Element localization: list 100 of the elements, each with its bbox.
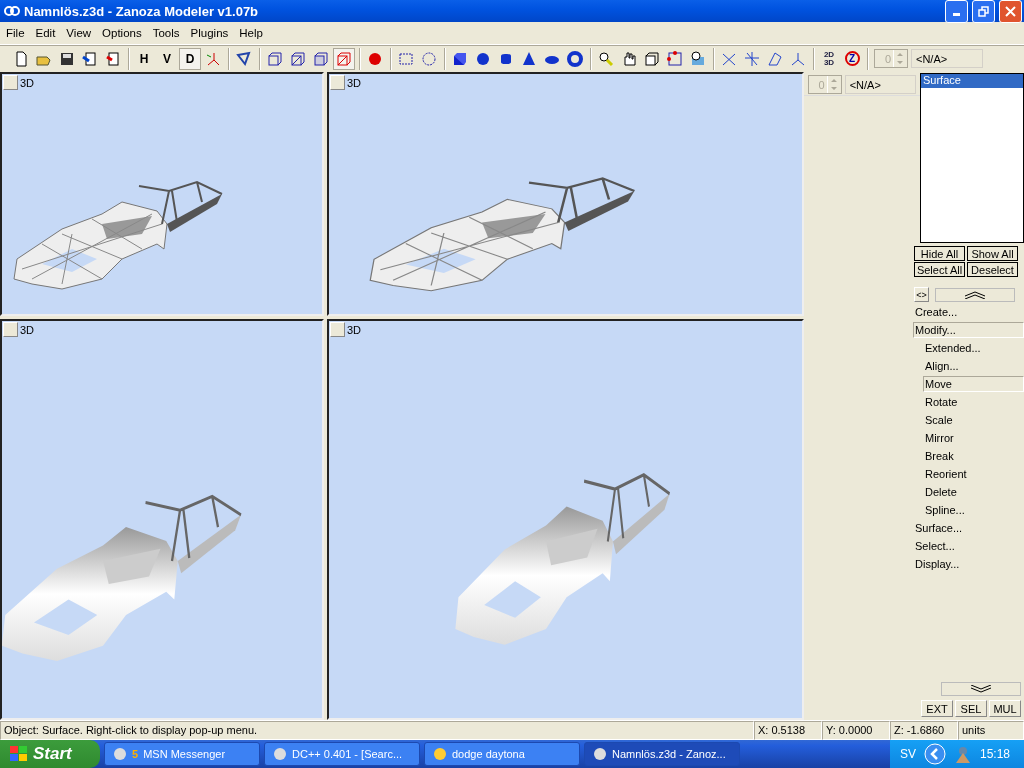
menu-item[interactable]: Edit [31, 27, 63, 39]
command-item[interactable]: Reorient [923, 466, 1024, 482]
list-item[interactable]: Surface [921, 74, 1023, 88]
chevron-up-icon [964, 290, 986, 299]
command-item[interactable]: Spline... [923, 502, 1024, 518]
cube-diagonal-icon [290, 50, 306, 67]
expand-button[interactable] [941, 682, 1021, 696]
box-icon [644, 50, 660, 67]
task-label: Namnlös.z3d - Zanoz... [612, 748, 726, 760]
viewport-menu-button[interactable] [330, 322, 345, 337]
command-item[interactable]: Select... [913, 538, 1024, 554]
viewport-menu-button[interactable] [3, 75, 18, 90]
button-label: 2D [823, 50, 835, 59]
zoom-picture-icon [690, 50, 706, 67]
viewport[interactable]: 3D [0, 319, 324, 720]
command-item[interactable]: Mirror [923, 430, 1024, 446]
task-label: dodge daytona [452, 748, 525, 760]
toolbar-button[interactable]: H [133, 47, 155, 70]
command-item[interactable]: Align... [923, 358, 1024, 374]
app-icon [113, 747, 127, 761]
toolbar-button[interactable]: D [179, 47, 201, 70]
list-action-button[interactable]: Deselect [967, 262, 1018, 277]
list-action-button[interactable]: Hide All [914, 246, 965, 261]
command-item[interactable]: Create... [913, 304, 1024, 320]
app-logo-icon [4, 4, 20, 18]
import-icon [82, 50, 98, 67]
menu-item[interactable]: File [2, 27, 32, 39]
tripod-icon [790, 50, 806, 67]
task-label: DC++ 0.401 - [Searc... [292, 748, 403, 760]
toolbar-button[interactable]: 2D 3D [818, 47, 840, 70]
taskbar-button[interactable]: DC++ 0.401 - [Searc... [264, 742, 420, 766]
z-coordinate: Z: -1.6860 [890, 721, 958, 740]
value-field: <N/A> [911, 49, 983, 68]
value-field: <N/A> [844, 75, 916, 94]
select-frame-icon [667, 50, 683, 67]
mode-button[interactable]: MUL [989, 700, 1021, 717]
viewport[interactable]: 3D [0, 72, 324, 316]
mode-button[interactable]: EXT [921, 700, 953, 717]
units-label: units [958, 721, 1024, 740]
menu-item[interactable]: View [62, 27, 99, 39]
cone-icon [521, 50, 537, 67]
save-icon [59, 50, 75, 67]
command-item[interactable]: Move [923, 376, 1024, 392]
y-coordinate: Y: 0.0000 [822, 721, 890, 740]
star-icon [744, 50, 760, 67]
toolbar-button[interactable] [333, 47, 355, 70]
new-file-icon [13, 50, 29, 67]
close-button[interactable] [999, 0, 1022, 23]
viewport-label: 3D [20, 76, 35, 89]
viewport-menu-button[interactable] [3, 322, 18, 337]
minimize-button[interactable] [945, 0, 968, 23]
app-icon [273, 747, 287, 761]
command-item[interactable]: Modify... [913, 322, 1024, 338]
windows-flag-icon [10, 746, 28, 762]
command-item[interactable]: Surface... [913, 520, 1024, 536]
command-item[interactable]: Rotate [923, 394, 1024, 410]
app-icon [593, 747, 607, 761]
toggle-button[interactable]: <> [914, 287, 929, 302]
list-action-button[interactable]: Select All [914, 262, 965, 277]
axes-icon [205, 50, 221, 67]
command-item[interactable]: Delete [923, 484, 1024, 500]
vertex-icon [236, 50, 252, 67]
polygon-icon [767, 50, 783, 67]
cube-icon [452, 50, 468, 67]
viewport-label: 3D [347, 323, 362, 336]
minimize-icon [953, 12, 960, 16]
object-list[interactable]: Surface [920, 73, 1024, 243]
menu-item[interactable]: Tools [148, 27, 187, 39]
command-item[interactable]: Display... [913, 556, 1024, 572]
menu-item[interactable]: Plugins [186, 27, 236, 39]
menu-item[interactable]: Options [98, 27, 149, 39]
chevron-down-icon [970, 685, 992, 693]
start-button[interactable]: Start [0, 740, 100, 768]
taskbar-button[interactable]: 5 MSN Messenger [104, 742, 260, 766]
menu-item[interactable]: Help [235, 27, 270, 39]
command-item[interactable]: Break [923, 448, 1024, 464]
taskbar-button[interactable]: Namnlös.z3d - Zanoz... [584, 742, 740, 766]
restore-button[interactable] [972, 0, 995, 23]
mode-button[interactable]: SEL [955, 700, 987, 717]
viewport[interactable]: 3D [327, 72, 804, 316]
restore-icon [978, 5, 989, 17]
sphere-icon [367, 50, 383, 67]
button-label: 3D [823, 58, 835, 67]
cube-icon [336, 50, 352, 67]
collapse-button[interactable] [935, 287, 1015, 302]
status-message: Object: Surface. Right-click to display pop-up menu. [0, 721, 754, 740]
toolbar-button[interactable]: V [156, 47, 178, 70]
list-action-button[interactable]: Show All [967, 246, 1018, 261]
viewport[interactable]: 3D [327, 319, 804, 720]
command-item[interactable]: Scale [923, 412, 1024, 428]
dashed-circle-icon [421, 50, 437, 67]
close-icon [1005, 5, 1016, 17]
language-indicator: SV [899, 747, 916, 761]
viewport-label: 3D [20, 323, 35, 336]
taskbar-button[interactable]: dodge daytona [424, 742, 580, 766]
viewport-menu-button[interactable] [330, 75, 345, 90]
sphere-icon [475, 50, 491, 67]
command-item[interactable]: Extended... [923, 340, 1024, 356]
torus-icon [567, 50, 583, 67]
unread-count: 5 [132, 748, 139, 760]
